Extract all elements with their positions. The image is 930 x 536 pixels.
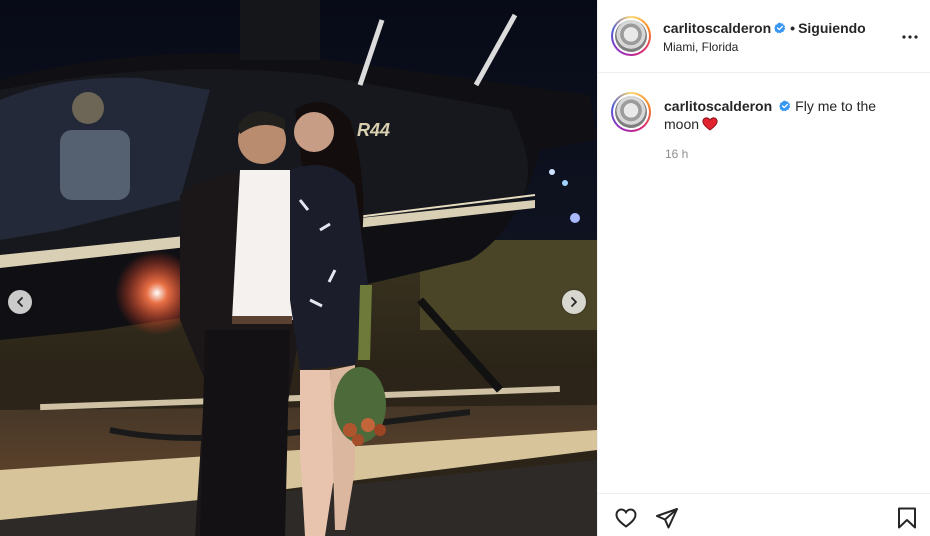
avatar-image	[615, 20, 647, 52]
tail-number-text: R44	[357, 120, 390, 140]
red-heart-emoji-icon	[702, 117, 718, 131]
verified-badge-icon	[774, 22, 786, 34]
carousel-next-button[interactable]	[562, 290, 586, 314]
caption-text-block: carlitoscalderon Fly me to the moon	[664, 97, 914, 133]
action-bar	[598, 493, 930, 536]
post-header: carlitoscalderon • Siguiendo Miami, Flori…	[598, 0, 930, 73]
carousel-prev-button[interactable]	[8, 290, 32, 314]
chevron-right-icon	[571, 297, 577, 307]
avatar-image	[615, 96, 647, 128]
share-icon[interactable]	[655, 506, 679, 530]
post-photo[interactable]: R44	[0, 0, 597, 536]
heart-icon[interactable]	[614, 506, 638, 530]
post-sidebar: carlitoscalderon • Siguiendo Miami, Flori…	[597, 0, 930, 536]
avatar[interactable]	[611, 16, 651, 56]
bookmark-icon[interactable]	[895, 506, 919, 530]
location-link[interactable]: Miami, Florida	[663, 40, 738, 54]
helicopter-couple-photo: R44	[0, 0, 597, 536]
post-timestamp[interactable]: 16 h	[665, 147, 688, 161]
username-link[interactable]: carlitoscalderon	[663, 20, 771, 36]
chevron-left-icon	[17, 297, 23, 307]
more-options-icon[interactable]	[900, 29, 920, 45]
verified-badge-icon	[779, 100, 791, 112]
caption-username-link[interactable]: carlitoscalderon	[664, 98, 772, 114]
header-user-line: carlitoscalderon • Siguiendo	[663, 20, 866, 36]
caption-avatar[interactable]	[611, 92, 651, 132]
following-button[interactable]: Siguiendo	[798, 20, 866, 36]
separator-dot: •	[790, 20, 796, 36]
